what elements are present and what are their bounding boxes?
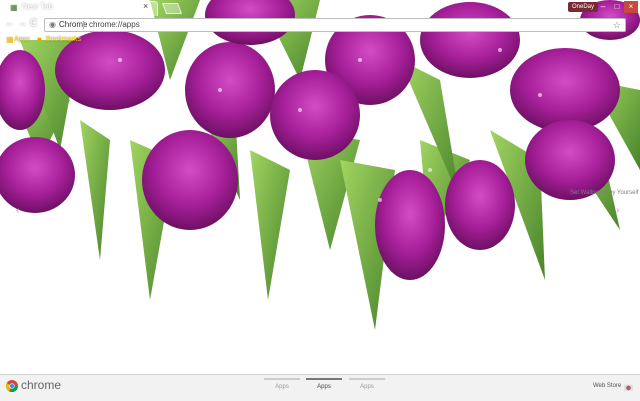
address-bar[interactable]: ◉ Chrome chrome://apps ☆: [44, 18, 626, 32]
maximize-button[interactable]: □: [610, 1, 624, 13]
page-label[interactable]: Apps: [264, 384, 300, 390]
web-store-icon[interactable]: [624, 382, 633, 391]
omnibox-divider: [83, 21, 84, 29]
minimize-button[interactable]: –: [596, 1, 610, 13]
omnibox-url[interactable]: chrome://apps: [89, 19, 140, 31]
close-button[interactable]: ×: [624, 1, 638, 13]
bookmark-star-icon[interactable]: ☆: [613, 19, 621, 31]
bookmarks-bar: [0, 33, 640, 45]
prev-page-arrow-icon[interactable]: ‹: [16, 205, 19, 216]
title-bar: ▦ New Tab × OneDay – □ ×: [0, 0, 640, 16]
tab-close-icon[interactable]: ×: [143, 1, 148, 11]
folder-icon[interactable]: ■: [37, 35, 42, 44]
apps-grid-icon[interactable]: ▦: [6, 35, 14, 44]
customize-link[interactable]: Set Wallpaper by Yourself: [570, 190, 638, 196]
new-tab-button[interactable]: [161, 3, 183, 14]
page-label[interactable]: Apps: [349, 384, 385, 390]
forward-arrow-icon[interactable]: →: [17, 18, 27, 29]
page-indicator[interactable]: [264, 378, 300, 380]
reload-icon[interactable]: C: [30, 18, 37, 29]
tab-title: New Tab: [22, 2, 53, 11]
bookmark-apps[interactable]: Apps: [14, 36, 30, 43]
page-indicator[interactable]: [349, 378, 385, 380]
bookmark-folder[interactable]: Bookmarks: [46, 36, 81, 43]
chrome-page-icon: ◉: [49, 20, 56, 29]
page-label-active[interactable]: Apps: [306, 384, 342, 390]
chrome-wordmark: chrome: [21, 378, 62, 392]
web-store-link[interactable]: Web Store: [593, 383, 621, 389]
apps-grid-icon: ▦: [10, 3, 18, 12]
page-indicator-active[interactable]: [306, 378, 342, 380]
tulip-wallpaper: [0, 0, 640, 400]
chrome-logo-icon: [6, 380, 18, 392]
profile-badge[interactable]: OneDay: [568, 2, 599, 12]
next-page-arrow-icon[interactable]: ›: [616, 205, 619, 216]
back-arrow-icon[interactable]: ←: [5, 18, 15, 29]
